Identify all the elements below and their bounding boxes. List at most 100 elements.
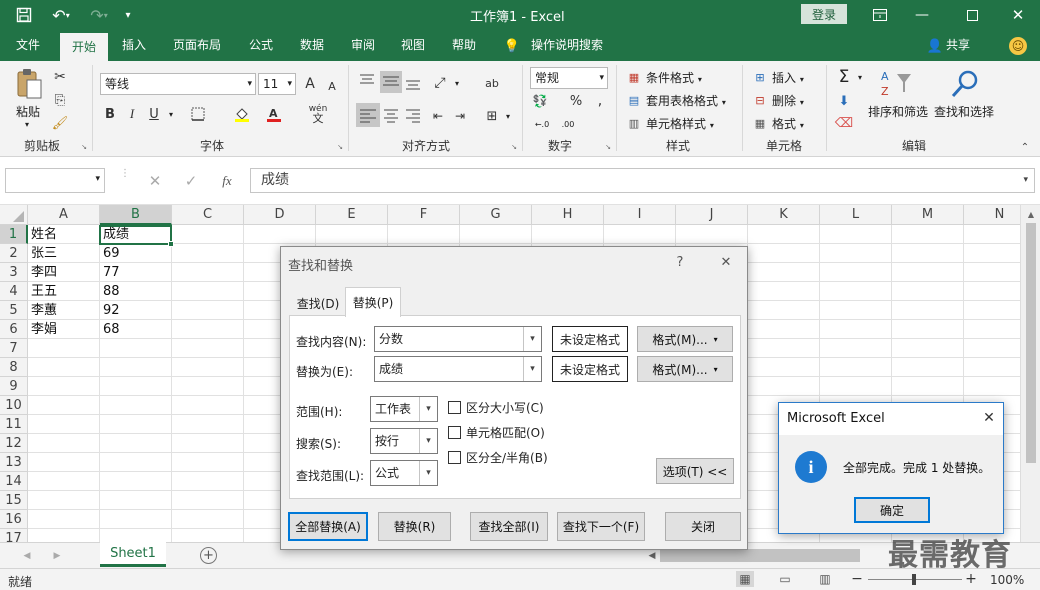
select-all-corner[interactable] xyxy=(0,205,28,225)
paste-dropdown-icon[interactable]: ▾ xyxy=(22,119,32,129)
decrease-indent-icon[interactable]: ⇤ xyxy=(428,106,448,126)
ok-button[interactable]: 确定 xyxy=(854,497,930,523)
fill-color-icon[interactable] xyxy=(232,104,252,124)
close-dialog-button[interactable]: 关闭 xyxy=(665,512,741,541)
underline-dropdown-icon[interactable]: ▾ xyxy=(166,109,176,119)
column-header[interactable]: B xyxy=(100,205,172,225)
percent-button[interactable]: % xyxy=(566,91,586,111)
cell-a1[interactable]: 姓名 xyxy=(28,225,57,244)
tab-view[interactable]: 视图 xyxy=(401,30,425,61)
column-header[interactable]: H xyxy=(532,205,604,225)
fill-icon[interactable]: ⬇ xyxy=(834,91,854,111)
replace-input[interactable]: 成绩 ▾ xyxy=(374,356,542,382)
tab-home[interactable]: 开始 xyxy=(60,33,108,61)
normal-view-icon[interactable]: ▦ xyxy=(736,571,754,587)
currency-icon[interactable]: 💱 xyxy=(530,91,550,111)
find-all-button[interactable]: 查找全部(I) xyxy=(470,512,548,541)
message-close-icon[interactable]: ✕ xyxy=(977,407,1001,429)
cancel-entry-icon[interactable]: ✕ xyxy=(143,169,167,193)
page-break-view-icon[interactable]: ▥ xyxy=(816,571,834,587)
insert-cells-button[interactable]: 插入 ▾ xyxy=(772,69,804,86)
font-name-combo[interactable]: 等线 ▾ xyxy=(100,73,256,95)
merge-center-icon[interactable]: ⊞ xyxy=(482,106,502,126)
number-launcher-icon[interactable]: ↘ xyxy=(604,143,612,151)
column-header[interactable]: F xyxy=(388,205,460,225)
cell-a2[interactable]: 张三 xyxy=(28,244,57,263)
dialog-help-icon[interactable]: ? xyxy=(671,253,689,271)
horizontal-scroll-thumb[interactable] xyxy=(660,549,860,562)
increase-decimal-button[interactable]: ←.0 xyxy=(530,115,554,133)
cell-a3[interactable]: 李四 xyxy=(28,263,57,282)
replace-button[interactable]: 替换(R) xyxy=(378,512,451,541)
match-cell-label[interactable]: 单元格匹配(O) xyxy=(466,424,545,441)
align-top-icon[interactable] xyxy=(358,73,378,93)
tab-formulas[interactable]: 公式 xyxy=(249,30,273,61)
tab-find[interactable]: 查找(D) xyxy=(291,291,345,315)
format-cells-button[interactable]: 格式 ▾ xyxy=(772,115,804,132)
match-case-label[interactable]: 区分大小写(C) xyxy=(466,399,544,416)
row-header[interactable]: 13 xyxy=(0,453,28,472)
column-header[interactable]: K xyxy=(748,205,820,225)
find-select-icon[interactable] xyxy=(948,67,982,101)
copy-icon[interactable]: ⎘ xyxy=(50,90,70,110)
row-header[interactable]: 7 xyxy=(0,339,28,358)
increase-indent-icon[interactable]: ⇥ xyxy=(450,106,470,126)
column-header[interactable]: D xyxy=(244,205,316,225)
column-header[interactable]: E xyxy=(316,205,388,225)
clipboard-launcher-icon[interactable]: ↘ xyxy=(80,143,88,151)
row-header[interactable]: 6 xyxy=(0,320,28,339)
font-launcher-icon[interactable]: ↘ xyxy=(336,143,344,151)
font-size-combo[interactable]: 11 ▾ xyxy=(258,73,296,95)
replace-all-button[interactable]: 全部替换(A) xyxy=(288,512,368,541)
name-box[interactable]: ▾ xyxy=(5,168,105,193)
find-input[interactable]: 分数 ▾ xyxy=(374,326,542,352)
search-select[interactable]: 按行 ▾ xyxy=(370,428,438,454)
replace-format-button[interactable]: 格式(M)... ▾ xyxy=(637,356,733,382)
tab-replace[interactable]: 替换(P) xyxy=(345,287,401,317)
cell-b1[interactable]: 成绩 xyxy=(100,225,129,244)
font-color-icon[interactable]: A xyxy=(264,104,284,124)
dialog-close-icon[interactable]: ✕ xyxy=(715,253,737,271)
maximize-icon[interactable] xyxy=(962,5,982,25)
sheet-tab-sheet1[interactable]: Sheet1 xyxy=(100,542,166,567)
fill-handle[interactable] xyxy=(168,241,174,247)
match-width-label[interactable]: 区分全/半角(B) xyxy=(466,449,548,466)
paste-label[interactable]: 粘贴 xyxy=(16,103,40,120)
close-window-icon[interactable]: ✕ xyxy=(1008,5,1028,25)
row-header[interactable]: 5 xyxy=(0,301,28,320)
zoom-level[interactable]: 100% xyxy=(990,573,1024,587)
zoom-out-button[interactable]: − xyxy=(850,571,864,587)
column-header[interactable]: G xyxy=(460,205,532,225)
number-format-combo[interactable]: 常规 ▾ xyxy=(530,67,608,89)
minimize-icon[interactable]: — xyxy=(912,5,932,25)
vertical-scroll-thumb[interactable] xyxy=(1026,223,1036,463)
chevron-down-icon[interactable]: ▾ xyxy=(419,429,437,453)
row-header[interactable]: 4 xyxy=(0,282,28,301)
shrink-font-icon[interactable]: A xyxy=(322,76,342,96)
row-header[interactable]: 10 xyxy=(0,396,28,415)
decrease-decimal-button[interactable]: .00 xyxy=(556,115,580,133)
cell-styles-button[interactable]: 单元格样式 ▾ xyxy=(646,115,714,132)
chevron-down-icon[interactable]: ▾ xyxy=(523,327,541,351)
cell-b5[interactable]: 92 xyxy=(100,301,120,320)
tab-review[interactable]: 审阅 xyxy=(351,30,375,61)
row-header[interactable]: 11 xyxy=(0,415,28,434)
zoom-slider-thumb[interactable] xyxy=(912,574,916,585)
column-header[interactable]: L xyxy=(820,205,892,225)
collapse-ribbon-icon[interactable]: ⌃ xyxy=(1018,141,1032,153)
find-next-button[interactable]: 查找下一个(F) xyxy=(557,512,645,541)
autosum-icon[interactable]: Σ xyxy=(834,67,854,87)
underline-button[interactable]: U xyxy=(144,104,164,124)
delete-cells-button[interactable]: 删除 ▾ xyxy=(772,92,804,109)
conditional-format-button[interactable]: 条件格式 ▾ xyxy=(646,69,702,86)
tab-file[interactable]: 文件 xyxy=(16,30,40,61)
cell-b6[interactable]: 68 xyxy=(100,320,120,339)
paste-icon[interactable] xyxy=(14,67,44,101)
alignment-launcher-icon[interactable]: ↘ xyxy=(510,143,518,151)
row-header[interactable]: 2 xyxy=(0,244,28,263)
share-button[interactable]: 共享 xyxy=(946,30,970,61)
tab-data[interactable]: 数据 xyxy=(300,30,324,61)
tab-insert[interactable]: 插入 xyxy=(122,30,146,61)
lookin-select[interactable]: 公式 ▾ xyxy=(370,460,438,486)
match-width-checkbox[interactable] xyxy=(448,451,461,464)
